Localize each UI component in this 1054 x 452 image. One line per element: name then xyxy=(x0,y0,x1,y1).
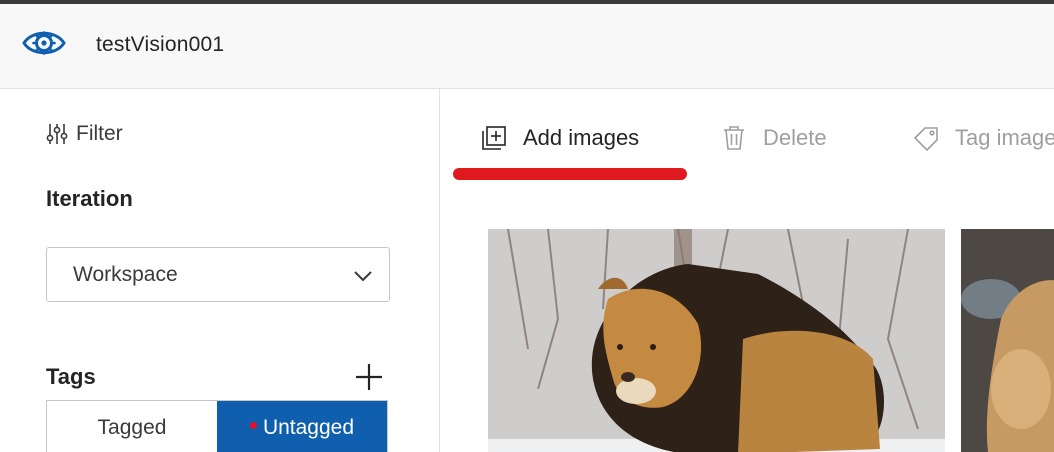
tag-images-label: Tag images xyxy=(955,125,1054,150)
add-tag-button[interactable] xyxy=(354,362,384,392)
add-images-label: Add images xyxy=(523,125,640,150)
untagged-toggle-button[interactable]: Untagged xyxy=(217,401,387,452)
eye-gear-icon[interactable] xyxy=(22,26,66,60)
filter-label: Filter xyxy=(76,122,123,145)
tag-filter-toggle: Tagged Untagged xyxy=(46,400,388,452)
red-highlight-underline xyxy=(453,168,687,180)
filter-button[interactable]: Filter xyxy=(46,122,123,146)
main-content: Add images Delete Tag images xyxy=(441,89,1054,452)
chevron-down-icon xyxy=(354,271,372,282)
app-header: testVision001 xyxy=(0,4,1054,89)
delete-label: Delete xyxy=(763,125,827,150)
iteration-heading: Iteration xyxy=(46,186,133,211)
add-images-button[interactable]: Add images xyxy=(481,125,639,151)
image-thumbnail-lion[interactable] xyxy=(488,229,945,452)
add-image-icon xyxy=(482,126,506,150)
untagged-label: Untagged xyxy=(262,415,355,439)
tag-icon xyxy=(913,127,938,151)
iteration-dropdown[interactable]: Workspace xyxy=(46,247,390,302)
plus-icon xyxy=(356,364,382,390)
delete-button[interactable]: Delete xyxy=(721,125,827,151)
tag-images-button[interactable]: Tag images xyxy=(913,125,1054,151)
tagged-label: Tagged xyxy=(97,415,167,439)
image-thumbnail-lioness[interactable] xyxy=(961,229,1054,452)
tags-heading: Tags xyxy=(46,364,96,389)
trash-icon xyxy=(724,126,744,150)
filter-sliders-icon xyxy=(46,124,68,144)
iteration-dropdown-value: Workspace xyxy=(73,263,178,286)
sidebar: Filter Iteration Workspace Tags Tagged U… xyxy=(0,89,440,452)
app-title: testVision001 xyxy=(96,33,225,56)
tagged-toggle-button[interactable]: Tagged xyxy=(47,401,217,452)
status-dot xyxy=(249,422,257,429)
